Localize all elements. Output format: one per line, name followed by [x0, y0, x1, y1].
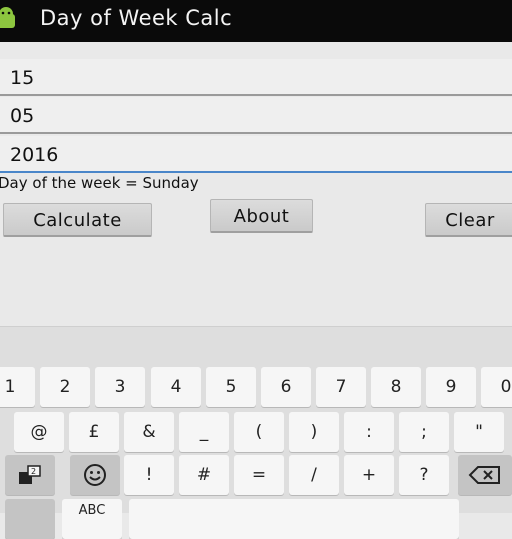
backspace-icon — [468, 466, 500, 484]
title-bar: Day of Week Calc — [0, 0, 512, 42]
key-pound[interactable]: £ — [69, 412, 119, 452]
key-underscore[interactable]: _ — [179, 412, 229, 452]
result-text: Day of the week = Sunday — [0, 174, 199, 192]
settings-key[interactable] — [5, 499, 55, 539]
key-4[interactable]: 4 — [151, 367, 201, 407]
key-quote[interactable]: " — [454, 412, 504, 452]
svg-text:2: 2 — [31, 467, 36, 476]
day-field[interactable] — [0, 59, 512, 97]
key-question[interactable]: ? — [399, 455, 449, 495]
key-7[interactable]: 7 — [316, 367, 366, 407]
clear-button[interactable]: Clear — [425, 203, 512, 237]
key-8[interactable]: 8 — [371, 367, 421, 407]
key-6[interactable]: 6 — [261, 367, 311, 407]
shift-symbols-key[interactable]: 2 — [5, 455, 55, 495]
key-9[interactable]: 9 — [426, 367, 476, 407]
key-at[interactable]: @ — [14, 412, 64, 452]
abc-key[interactable]: ABC — [62, 499, 122, 539]
android-app-icon — [0, 7, 15, 28]
year-field[interactable] — [0, 136, 512, 174]
key-3[interactable]: 3 — [95, 367, 145, 407]
key-plus[interactable]: + — [344, 455, 394, 495]
key-0[interactable]: 0 — [481, 367, 512, 407]
soft-keyboard: 1 2 3 4 5 6 7 8 9 0 @ £ & _ ( ) : ; " 2 … — [0, 326, 512, 539]
smiley-icon — [84, 464, 106, 486]
year-input[interactable] — [10, 136, 490, 174]
key-equals[interactable]: = — [234, 455, 284, 495]
key-close-paren[interactable]: ) — [289, 412, 339, 452]
key-open-paren[interactable]: ( — [234, 412, 284, 452]
symbols-shift-icon: 2 — [19, 465, 41, 484]
about-button[interactable]: About — [210, 199, 313, 233]
key-1[interactable]: 1 — [0, 367, 35, 407]
key-exclamation[interactable]: ! — [124, 455, 174, 495]
key-5[interactable]: 5 — [206, 367, 256, 407]
key-2[interactable]: 2 — [40, 367, 90, 407]
key-colon[interactable]: : — [344, 412, 394, 452]
emoji-key[interactable] — [70, 455, 120, 495]
key-slash[interactable]: / — [289, 455, 339, 495]
delete-key[interactable] — [458, 455, 512, 495]
month-field[interactable] — [0, 97, 512, 135]
space-key[interactable] — [129, 499, 459, 539]
key-semicolon[interactable]: ; — [399, 412, 449, 452]
month-input[interactable] — [10, 97, 490, 135]
app-title: Day of Week Calc — [40, 6, 233, 30]
key-ampersand[interactable]: & — [124, 412, 174, 452]
calculate-button[interactable]: Calculate — [3, 203, 152, 237]
key-hash[interactable]: # — [179, 455, 229, 495]
day-input[interactable] — [10, 59, 490, 97]
